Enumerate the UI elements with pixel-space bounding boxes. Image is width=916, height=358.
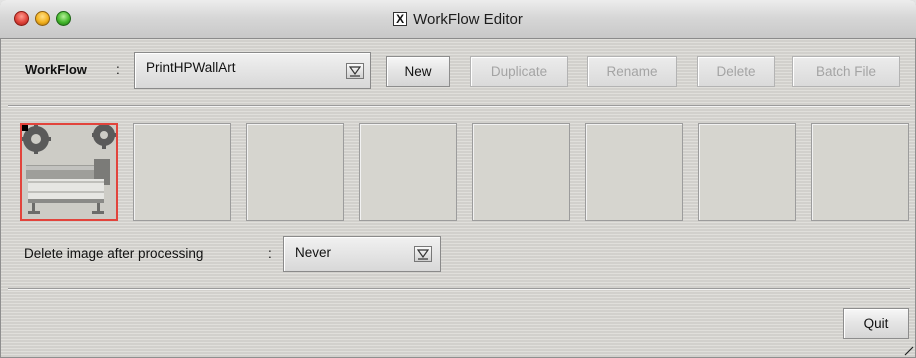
thumbnail-slot-2[interactable] bbox=[133, 123, 231, 221]
delete-after-processing-label: Delete image after processing bbox=[24, 246, 204, 261]
thumbnail-slot-7[interactable] bbox=[698, 123, 796, 221]
workflow-select-value: PrintHPWallArt bbox=[146, 60, 236, 75]
delete-after-processing-colon: : bbox=[268, 246, 272, 261]
separator-bottom bbox=[8, 288, 910, 290]
x11-app-icon: X bbox=[393, 12, 408, 26]
thumbnail-slot-5[interactable] bbox=[472, 123, 570, 221]
duplicate-button[interactable]: Duplicate bbox=[470, 56, 568, 87]
workflow-select[interactable]: PrintHPWallArt bbox=[134, 52, 371, 89]
batch-file-button[interactable]: Batch File bbox=[792, 56, 900, 87]
delete-after-processing-select[interactable]: Never bbox=[283, 236, 441, 272]
thumbnail-slot-1[interactable] bbox=[20, 123, 118, 221]
thumbnail-slot-4[interactable] bbox=[359, 123, 457, 221]
rename-button[interactable]: Rename bbox=[587, 56, 677, 87]
workflow-editor-window: X WorkFlow Editor WorkFlow : PrintHPWall… bbox=[0, 0, 916, 358]
chevron-down-icon[interactable] bbox=[346, 63, 364, 79]
quit-button[interactable]: Quit bbox=[843, 308, 909, 339]
window-title: WorkFlow Editor bbox=[413, 10, 523, 28]
window-title-group: X WorkFlow Editor bbox=[0, 0, 916, 38]
delete-after-processing-value: Never bbox=[295, 245, 332, 260]
thumbnail-slot-3[interactable] bbox=[246, 123, 344, 221]
workflow-label: WorkFlow bbox=[25, 62, 87, 77]
workflow-label-colon: : bbox=[116, 62, 120, 77]
resize-handle-icon[interactable] bbox=[904, 346, 914, 356]
thumbnail-slot-8[interactable] bbox=[811, 123, 909, 221]
title-bar[interactable]: X WorkFlow Editor bbox=[0, 0, 916, 39]
new-button[interactable]: New bbox=[386, 56, 450, 87]
thumbnail-slot-6[interactable] bbox=[585, 123, 683, 221]
chevron-down-icon[interactable] bbox=[414, 246, 432, 262]
printer-thumbnail-image bbox=[21, 123, 117, 219]
delete-button[interactable]: Delete bbox=[697, 56, 775, 87]
separator-top bbox=[8, 105, 910, 107]
